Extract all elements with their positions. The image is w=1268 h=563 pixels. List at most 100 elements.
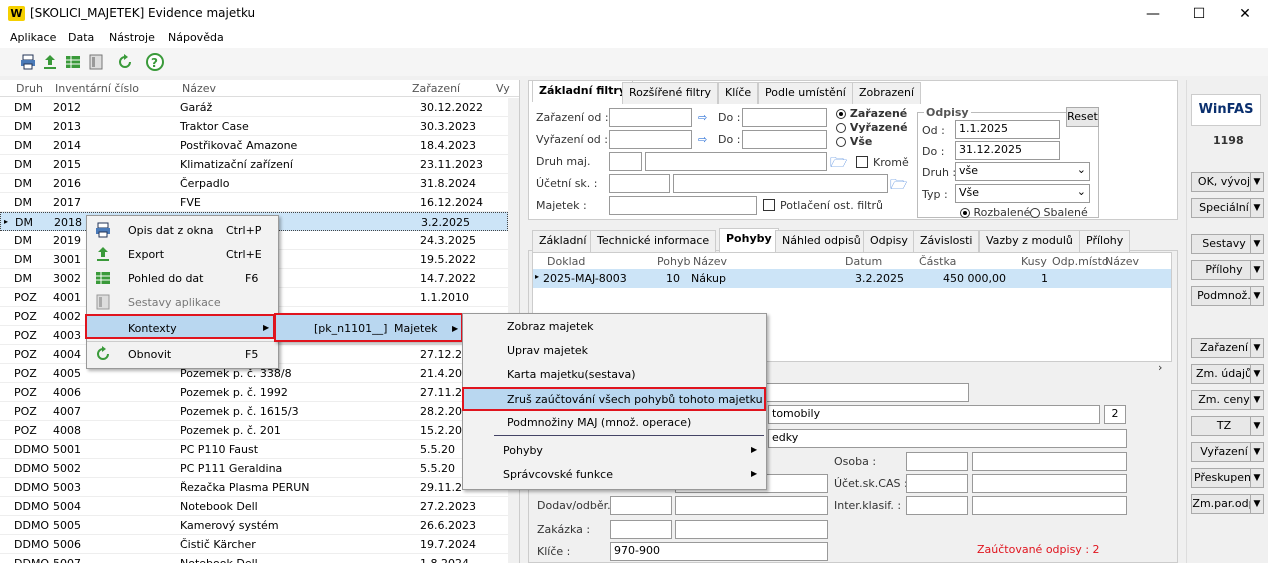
zakazka-code-input[interactable] [610,520,672,539]
dropdown-arrow-icon[interactable]: ▼ [1250,468,1264,488]
krome-checkbox[interactable] [856,156,868,168]
typ-select[interactable]: Vše ⌄ [955,184,1090,203]
menu-aplikace[interactable]: Aplikace [10,31,56,44]
side-button-9[interactable]: Vyřazení [1191,442,1257,462]
dropdown-arrow-icon[interactable]: ▼ [1250,442,1264,462]
menu-data[interactable]: Data [68,31,94,44]
tab-podle-umisteni[interactable]: Podle umístění [758,82,853,104]
folder-icon[interactable]: 🗁 [890,174,907,198]
zakazka-name-input[interactable] [675,520,828,539]
druh-select[interactable]: vše ⌄ [955,162,1090,181]
ctx-obnovit[interactable]: Obnovit F5 [87,342,278,366]
dodav-code-input[interactable] [610,496,672,515]
folder-icon[interactable]: 🗁 [830,152,847,176]
close-button[interactable]: ✕ [1222,0,1268,28]
tab-technicke-informace[interactable]: Technické informace [590,230,717,252]
print-icon[interactable] [18,52,38,72]
table-row[interactable]: DM 2014 Postřikovač Amazone 18.4.2023 [0,136,508,155]
table-row[interactable]: POZ 4007 Pozemek p. č. 1615/3 28.2.20 [0,402,508,421]
pohyby-row[interactable]: ▸ 2025-MAJ-8003 10 Nákup 3.2.2025 450 00… [533,269,1171,288]
table-row[interactable]: POZ 4006 Pozemek p. č. 1992 27.11.2 [0,383,508,402]
tab-nahled-odpisu[interactable]: Náhled odpisů [775,230,868,252]
side-button-8[interactable]: TZ [1191,416,1257,436]
dropdown-arrow-icon[interactable]: ▼ [1250,286,1264,306]
osoba-input[interactable] [906,452,968,471]
col-inventarni-cislo[interactable]: Inventární číslo [55,82,139,95]
form-num-field[interactable]: 2 [1104,405,1126,424]
side-button-7[interactable]: Zm. ceny [1191,390,1257,410]
radio-vse[interactable]: Vše [836,135,872,148]
col-castka[interactable]: Částka [919,255,956,268]
radio-vyrazene[interactable]: Vyřazené [836,121,908,134]
chevron-right-icon[interactable]: › [1158,361,1162,374]
potlaceni-checkbox[interactable] [763,199,775,211]
col-odp-misto[interactable]: Odp.místo [1052,255,1109,268]
osoba-name-input[interactable] [972,452,1127,471]
table-row[interactable]: DDMO 5005 Kamerový systém 26.6.2023 [0,516,508,535]
tab-zakladni-filtry[interactable]: Základní filtry [532,80,633,102]
tab-zobrazeni[interactable]: Zobrazení [852,82,922,104]
ucet-cas-name-input[interactable] [972,474,1127,493]
side-button-5[interactable]: Zařazení [1191,338,1257,358]
table-row[interactable]: POZ 4008 Pozemek p. č. 201 15.2.20 [0,421,508,440]
ctx-opis-dat[interactable]: Opis dat z okna Ctrl+P [87,218,278,242]
ucetni-sk-name-input[interactable] [673,174,888,193]
druh-maj-name-input[interactable] [645,152,827,171]
dropdown-arrow-icon[interactable]: ▼ [1250,260,1264,280]
dodav-name-input[interactable] [675,496,828,515]
dropdown-arrow-icon[interactable]: ▼ [1250,234,1264,254]
report-icon[interactable] [86,52,106,72]
table-row[interactable]: DM 2015 Klimatizační zařízení 23.11.2023 [0,155,508,174]
table-row[interactable]: DDMO 5002 PC P111 Geraldina 5.5.20 [0,459,508,478]
dropdown-arrow-icon[interactable]: ▼ [1250,390,1264,410]
table-row[interactable]: DDMO 5003 Řezačka Plasma PERUN 29.11.2 [0,478,508,497]
majetek-input[interactable] [609,196,757,215]
minimize-button[interactable]: — [1130,0,1176,28]
table-row[interactable]: DM 2013 Traktor Case 30.3.2023 [0,117,508,136]
tab-vazby-z-modulu[interactable]: Vazby z modulů [979,230,1080,252]
table-row[interactable]: DM 2016 Čerpadlo 31.8.2024 [0,174,508,193]
reset-button[interactable]: Reset [1066,107,1099,127]
ctx-pohyby[interactable]: Pohyby ▶ [463,438,766,462]
tab-rozsirene-filtry[interactable]: Rozšířené filtry [622,82,719,104]
refresh-icon[interactable] [115,52,135,72]
ucet-cas-input[interactable] [906,474,968,493]
side-button-6[interactable]: Zm. údajů [1191,364,1257,384]
col-vy[interactable]: Vy [496,82,510,95]
menu-nastroje[interactable]: Nástroje [109,31,155,44]
tab-zavislosti[interactable]: Závislosti [913,230,980,252]
table-row[interactable]: DDMO 5001 PC P110 Faust 5.5.20 [0,440,508,459]
druh-maj-code-input[interactable] [609,152,642,171]
radio-zarazene[interactable]: Zařazené [836,107,907,120]
col-doklad[interactable]: Doklad [547,255,585,268]
klice-input[interactable]: 970-900 [610,542,828,561]
side-button-11[interactable]: Zm.par.odp [1191,494,1257,514]
table-row[interactable]: DDMO 5004 Notebook Dell 27.2.2023 [0,497,508,516]
col-nazev-2[interactable]: Název [1105,255,1139,268]
form-field-1[interactable] [760,383,969,402]
help-icon[interactable]: ? [145,52,165,72]
odpisy-do-input[interactable]: 31.12.2025 [955,141,1060,160]
maximize-button[interactable]: ☐ [1176,0,1222,28]
ctx-uprav-majetek[interactable]: Uprav majetek [463,338,766,362]
ctx-sestavy-aplikace[interactable]: Sestavy aplikace [87,290,278,314]
zarazeni-od-input[interactable] [609,108,692,127]
inter-klasif-input[interactable] [906,496,968,515]
side-button-4[interactable]: Podmnož. [1191,286,1257,306]
tab-pohyby[interactable]: Pohyby [719,228,779,252]
side-button-10[interactable]: Přeskupení [1191,468,1257,488]
ucetni-sk-code-input[interactable] [609,174,670,193]
ctx-karta-majetku[interactable]: Karta majetku(sestava) [463,362,766,386]
export-icon[interactable] [40,52,60,72]
table-row[interactable]: DDMO 5007 Notebook Dell 1.8.2024 [0,554,508,563]
ctx-pohled-do-dat[interactable]: Pohled do dat F6 [87,266,278,290]
tab-klice[interactable]: Klíče [718,82,759,104]
tab-odpisy[interactable]: Odpisy [863,230,915,252]
odpisy-od-input[interactable]: 1.1.2025 [955,120,1060,139]
submenu-majetek[interactable]: [pk_n1101__] Majetek ▶ [274,313,463,342]
dropdown-arrow-icon[interactable]: ▼ [1250,172,1264,192]
side-button-2[interactable]: Sestavy [1191,234,1257,254]
dropdown-arrow-icon[interactable]: ▼ [1250,198,1264,218]
ctx-kontexty[interactable]: Kontexty ▶ [85,314,275,339]
tab-prilohy[interactable]: Přílohy [1079,230,1131,252]
